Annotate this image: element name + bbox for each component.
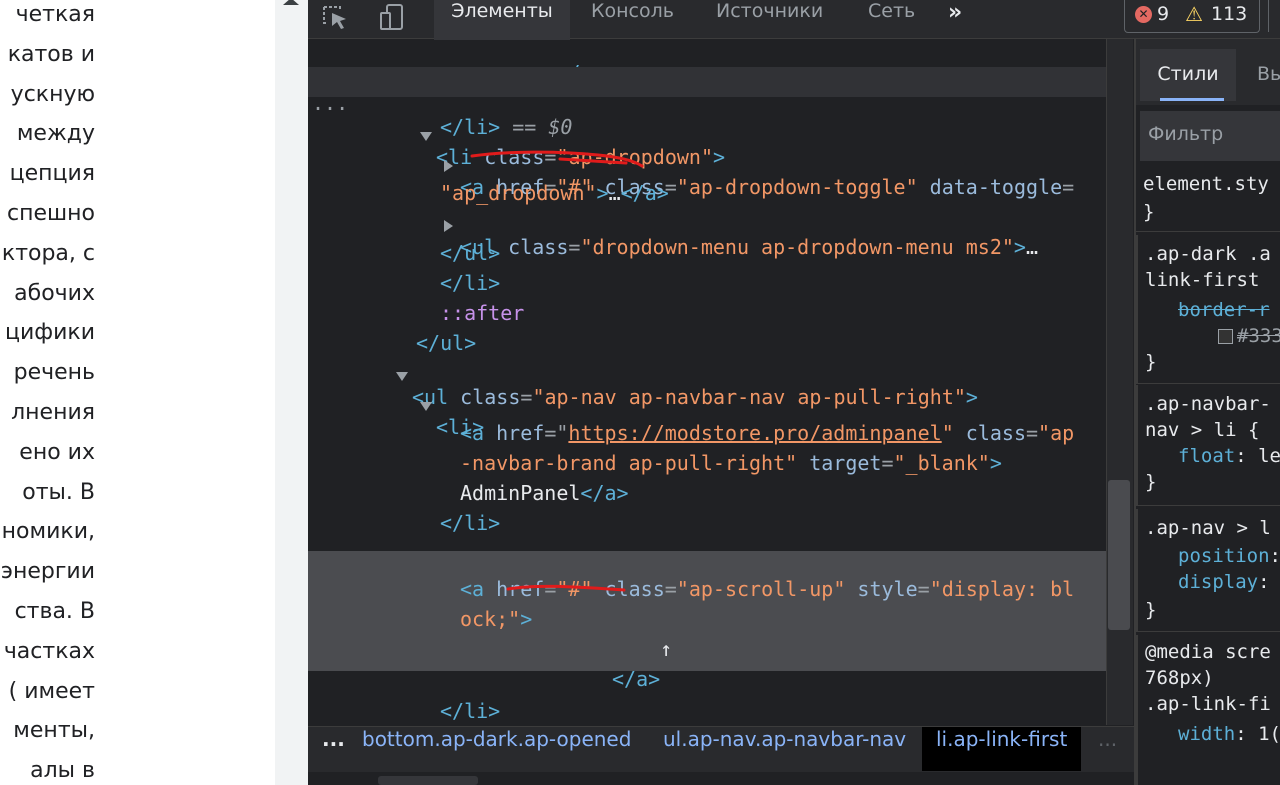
color-swatch-icon[interactable] (1218, 329, 1233, 344)
active-tab-underline (1160, 98, 1224, 101)
issues-counter-button[interactable]: ✕ 9 ⚠ 113 (1124, 0, 1260, 33)
css-declaration[interactable]: float: le (1178, 443, 1280, 469)
page-text-line: ускную (10, 81, 95, 107)
breadcrumb-item-body[interactable]: bottom.ap-dark.ap-opened (362, 727, 631, 771)
css-selector: nav > li { (1145, 419, 1260, 441)
css-rule-ap-nav-li[interactable]: .ap-nav > l position: display: } (1136, 509, 1280, 632)
css-rule-ap-dark[interactable]: .ap-dark .a link-first border-r #333 } (1136, 235, 1280, 384)
breadcrumb-more[interactable]: ... (322, 727, 345, 771)
css-rule-ap-navbar[interactable]: .ap-navbar- nav > li { float: le } (1136, 385, 1280, 506)
css-selector: link-first (1145, 269, 1260, 291)
error-count: 9 (1157, 3, 1170, 25)
tab-console[interactable]: Консоль (591, 0, 674, 38)
filter-placeholder: Фильтр (1148, 123, 1224, 145)
page-text-line: энергии (0, 559, 95, 585)
red-annotation-underlines (470, 150, 644, 592)
css-declaration[interactable]: display: (1178, 569, 1270, 595)
styles-sidebar: Стили Вы Фильтр element.sty } .ap-dark .… (1136, 39, 1280, 785)
page-text-line: абочих (14, 280, 95, 306)
page-text-line: менты, (13, 718, 95, 744)
devtools-tabbar: Элементы Консоль Источники Сеть » ✕ 9 ⚠ … (308, 0, 1280, 40)
dom-tree: страницу</a> ... </li> == $0 <li class="… (308, 39, 1108, 725)
page-text-line: четкая (15, 2, 95, 27)
styles-filter-input[interactable]: Фильтр (1140, 111, 1280, 161)
page-text-line: между (16, 121, 95, 147)
web-page-content: четкая катов и ускную между цепция спешно ктор… (0, 0, 275, 785)
warning-icon: ⚠ (1185, 2, 1203, 26)
css-selector: .ap-navbar- (1145, 393, 1271, 415)
css-rule-element-style[interactable]: element.sty } (1136, 167, 1280, 232)
scroll-up-arrow-icon[interactable] (283, 0, 299, 5)
css-selector: .ap-nav > l (1145, 517, 1271, 539)
tab-network[interactable]: Сеть (868, 0, 915, 38)
breadcrumb: ... bottom.ap-dark.ap-opened ul.ap-nav.a… (308, 726, 1134, 773)
css-selector: .ap-link-fi (1145, 693, 1271, 715)
css-brace: } (1145, 599, 1157, 621)
page-text-line: ( имеет (8, 678, 95, 704)
devtools-panel: Элементы Консоль Источники Сеть » ✕ 9 ⚠ … (308, 0, 1280, 785)
horizontal-scrollbar-thumb[interactable] (378, 776, 478, 785)
tabbar-overflow (1268, 0, 1280, 32)
css-declaration[interactable]: width: 1( (1178, 721, 1280, 747)
styles-tabbar: Стили Вы (1136, 39, 1280, 105)
page-text-line: лнения (11, 400, 95, 425)
page-text-line: цепция (9, 161, 95, 187)
tab-computed[interactable]: Вы (1257, 49, 1280, 99)
page-text-line: оты. В (22, 479, 95, 505)
breadcrumb-item-ul[interactable]: ul.ap-nav.ap-navbar-nav (663, 727, 906, 771)
device-toolbar-icon[interactable] (378, 3, 408, 31)
css-brace: } (1143, 201, 1155, 223)
warning-count: 113 (1211, 3, 1248, 25)
page-text-line: спешно (7, 201, 95, 226)
page-text-line: ктора, с (1, 240, 95, 266)
page-text-line: номики, (1, 519, 95, 545)
page-text-line: речень (13, 360, 95, 386)
css-selector: .ap-dark .a (1145, 243, 1271, 265)
page-text-line: ено их (19, 439, 95, 465)
css-rule-media[interactable]: @media scre 768px) .ap-link-fi width: 1( (1136, 635, 1280, 785)
page-text-line: алы в (30, 758, 95, 784)
css-declaration[interactable]: position: (1178, 543, 1280, 569)
dom-tree-scrollbar-thumb[interactable] (1108, 480, 1130, 630)
tab-elements[interactable]: Элементы (434, 0, 570, 40)
page-text-line: ства. В (14, 599, 95, 624)
page-text-line: катов и (7, 41, 95, 67)
tab-styles-label: Стили (1157, 63, 1219, 85)
breadcrumb-more-right[interactable]: ... (1098, 727, 1117, 771)
css-color-value[interactable]: #333 (1218, 323, 1280, 349)
css-brace: } (1145, 351, 1157, 373)
tab-styles[interactable]: Стили (1140, 49, 1236, 101)
inspect-element-icon[interactable] (320, 3, 350, 31)
css-property-overridden[interactable]: border-r (1178, 297, 1270, 323)
css-brace: } (1145, 471, 1157, 493)
tab-sources[interactable]: Источники (716, 0, 823, 38)
page-scrollbar[interactable] (275, 0, 308, 785)
breadcrumb-item-li-active[interactable]: li.ap-link-first (922, 727, 1082, 771)
error-icon: ✕ (1135, 6, 1152, 23)
css-media-query: @media scre (1145, 641, 1271, 663)
page-text-line: цифики (5, 320, 95, 346)
page-text-line: частках (3, 638, 95, 664)
css-media-query: 768px) (1145, 667, 1214, 689)
more-tabs-button[interactable]: » (948, 0, 962, 38)
css-selector: element.sty (1143, 173, 1269, 195)
